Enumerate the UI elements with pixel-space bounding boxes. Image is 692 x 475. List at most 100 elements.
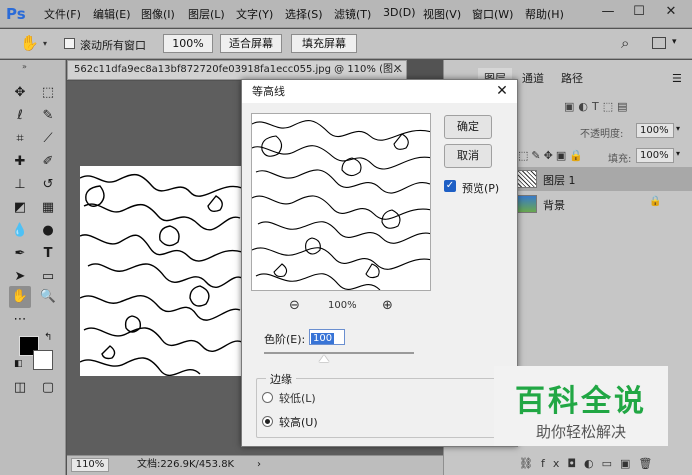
dialog-close-icon[interactable]: ✕ <box>493 82 511 100</box>
menu-layer[interactable]: 图层(L) <box>188 6 225 22</box>
status-bar: 110% 文档:226.9K/453.8K › <box>67 455 443 475</box>
level-slider-track[interactable] <box>264 352 414 354</box>
type-tool-icon[interactable]: T <box>37 243 59 265</box>
layer-name: 背景 <box>543 199 565 212</box>
edge-lower-radio[interactable] <box>262 392 273 403</box>
eraser-tool-icon[interactable]: ◩ <box>9 197 31 219</box>
edge-higher-radio[interactable] <box>262 416 273 427</box>
image-canvas[interactable] <box>80 166 242 376</box>
healing-brush-tool-icon[interactable]: ✚ <box>9 151 31 173</box>
zoom-100-button[interactable]: 100% <box>163 34 213 53</box>
marquee-tool-icon[interactable]: ⬚ <box>37 82 59 104</box>
fill-screen-button[interactable]: 填充屏幕 <box>291 34 357 53</box>
close-button[interactable]: ✕ <box>657 2 685 22</box>
tab-close-icon[interactable]: ✕ <box>393 62 402 75</box>
brush-tool-icon[interactable]: ✐ <box>37 151 59 173</box>
dialog-title: 等高线 <box>242 80 517 103</box>
gradient-tool-icon[interactable]: ▦ <box>37 197 59 219</box>
collapse-icon[interactable]: » <box>22 62 27 71</box>
opacity-chevron-icon[interactable]: ▾ <box>676 124 680 133</box>
stamp-tool-icon[interactable]: ⊥ <box>9 174 31 196</box>
workspace-icon[interactable] <box>652 37 666 49</box>
history-brush-tool-icon[interactable]: ↺ <box>37 174 59 196</box>
fit-screen-button[interactable]: 适合屏幕 <box>220 34 282 53</box>
menu-bar: Ps 文件(F) 编辑(E) 图像(I) 图层(L) 文字(Y) 选择(S) 滤… <box>0 0 692 28</box>
more-tools-icon[interactable]: ⋯ <box>9 309 31 331</box>
path-select-tool-icon[interactable]: ➤ <box>9 266 31 288</box>
rectangle-tool-icon[interactable]: ▭ <box>37 266 59 288</box>
quick-select-tool-icon[interactable]: ✎ <box>37 105 59 127</box>
menu-image[interactable]: 图像(I) <box>141 6 175 22</box>
watermark-title: 百科全说 <box>515 384 647 419</box>
cancel-button[interactable]: 取消 <box>444 144 492 168</box>
tool-preset-chevron-icon[interactable]: ▾ <box>43 39 47 48</box>
photoshop-logo: Ps <box>6 5 26 23</box>
tab-paths[interactable]: 路径 <box>555 68 589 90</box>
quick-mask-icon[interactable]: ◫ <box>9 377 31 399</box>
status-menu-icon[interactable]: › <box>257 456 261 474</box>
menu-filter[interactable]: 滤镜(T) <box>334 6 371 22</box>
zoom-tool-icon[interactable]: 🔍 <box>37 286 59 308</box>
layer-actions-icons[interactable]: ⛓fx◘◐▭▣🗑 <box>513 455 692 475</box>
options-bar: ✋ ▾ 滚动所有窗口 100% 适合屏幕 填充屏幕 ⌕ ▾ <box>0 29 692 59</box>
zoom-in-icon[interactable]: ⊕ <box>382 298 393 313</box>
pen-tool-icon[interactable]: ✒ <box>9 243 31 265</box>
fill-field[interactable]: 100% <box>636 148 674 163</box>
contour-dialog: 等高线 ✕ 确定 取消 ✓ 预览(P) ⊖ 100% ⊕ 色阶(E): 100 … <box>241 79 518 447</box>
move-tool-icon[interactable]: ✥ <box>9 82 31 104</box>
preview-label: 预览(P) <box>462 182 500 195</box>
layer-row-layer1[interactable]: 图层 1 <box>513 167 692 191</box>
menu-view[interactable]: 视图(V) <box>423 6 461 22</box>
layer-filter-icons[interactable]: ▣◐T⬚▤ <box>564 100 632 113</box>
layer-name: 图层 1 <box>543 174 576 187</box>
watermark-subtitle: 助你轻松解决 <box>535 423 626 441</box>
search-icon[interactable]: ⌕ <box>621 34 629 52</box>
default-colors-icon[interactable]: ◧ <box>14 359 23 369</box>
menu-type[interactable]: 文字(Y) <box>236 6 273 22</box>
blur-tool-icon[interactable]: 💧 <box>9 220 31 242</box>
workspace-chevron-icon[interactable]: ▾ <box>672 37 677 47</box>
level-slider-thumb[interactable] <box>319 355 329 362</box>
dodge-tool-icon[interactable]: ● <box>37 220 59 242</box>
opacity-label: 不透明度: <box>580 129 624 140</box>
scroll-all-checkbox[interactable] <box>64 38 75 49</box>
menu-help[interactable]: 帮助(H) <box>525 6 564 22</box>
tools-panel: » ✥ ⬚ ℓ ✎ ⌗ ⟋ ✚ ✐ ⊥ ↺ ◩ ▦ 💧 ● ✒ T ➤ ▭ ✋ … <box>0 60 66 475</box>
scroll-all-label: 滚动所有窗口 <box>80 39 146 52</box>
menu-select[interactable]: 选择(S) <box>285 6 323 22</box>
document-tab-title: 562c11dfa9ec8a13bf872720fe03918fa1ecc055… <box>74 64 403 75</box>
background-color-swatch[interactable] <box>33 350 53 370</box>
preview-checkbox[interactable]: ✓ <box>444 180 456 192</box>
hand-tool-icon: ✋ <box>20 34 39 52</box>
swap-colors-icon[interactable]: ↰ <box>44 332 52 343</box>
eyedropper-tool-icon[interactable]: ⟋ <box>37 128 59 150</box>
edge-group-label: 边缘 <box>266 371 296 387</box>
crop-tool-icon[interactable]: ⌗ <box>9 128 31 150</box>
document-tab[interactable]: 562c11dfa9ec8a13bf872720fe03918fa1ecc055… <box>67 60 407 80</box>
menu-file[interactable]: 文件(F) <box>44 6 81 22</box>
zoom-level-field[interactable]: 110% <box>71 458 109 472</box>
preview-image <box>252 120 430 290</box>
lock-icon: 🔒 <box>649 196 662 207</box>
level-value: 100 <box>311 333 335 344</box>
screen-mode-icon[interactable]: ▢ <box>37 377 59 399</box>
level-input[interactable]: 100 <box>309 329 345 345</box>
lasso-tool-icon[interactable]: ℓ <box>9 105 31 127</box>
fill-chevron-icon[interactable]: ▾ <box>676 149 680 158</box>
ok-button[interactable]: 确定 <box>444 115 492 139</box>
opacity-field[interactable]: 100% <box>636 123 674 138</box>
minimize-button[interactable]: — <box>594 2 622 22</box>
panel-menu-icon[interactable]: ☰ <box>672 72 682 85</box>
hand-tool-button-icon[interactable]: ✋ <box>9 286 31 308</box>
filter-preview[interactable] <box>251 113 431 291</box>
menu-window[interactable]: 窗口(W) <box>472 6 513 22</box>
zoom-out-icon[interactable]: ⊖ <box>289 298 300 313</box>
maximize-button[interactable]: ☐ <box>625 2 653 22</box>
tab-channels[interactable]: 通道 <box>516 68 550 90</box>
menu-edit[interactable]: 编辑(E) <box>93 6 131 22</box>
contour-image <box>80 173 242 376</box>
layer-row-background[interactable]: 背景 🔒 <box>513 192 692 216</box>
menu-3d[interactable]: 3D(D) <box>383 6 416 19</box>
level-label: 色阶(E): <box>264 333 306 346</box>
lock-icons[interactable]: ⬚✎✥▣🔒 <box>518 149 586 162</box>
